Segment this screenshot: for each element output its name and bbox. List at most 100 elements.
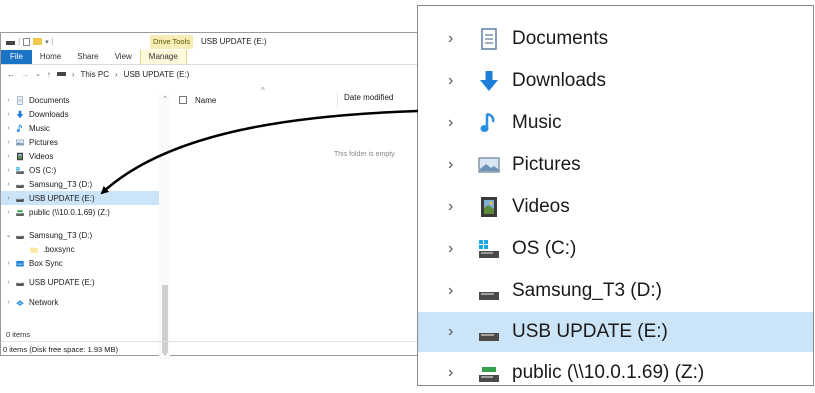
zoom-nav-item-label: Downloads <box>512 70 606 91</box>
tab-share[interactable]: Share <box>69 50 106 64</box>
nav-item[interactable]: › Downloads <box>1 107 159 121</box>
nav-item[interactable]: › Network <box>1 295 159 309</box>
window-title: USB UPDATE (E:) <box>201 37 267 46</box>
nav-item-label: public (\\10.0.1.69) (Z:) <box>29 207 110 217</box>
drive-icon <box>476 320 502 344</box>
zoom-nav-item[interactable]: › USB UPDATE (E:) <box>418 312 813 352</box>
chevron-right-icon[interactable]: › <box>4 209 13 216</box>
column-name[interactable]: Name <box>195 96 216 105</box>
nav-item[interactable]: › Pictures <box>1 135 159 149</box>
nav-item[interactable]: ⌄ Samsung_T3 (D:) <box>1 228 159 242</box>
chevron-right-icon[interactable]: › <box>4 97 13 104</box>
column-header: Name Date modified <box>179 93 419 107</box>
address-drive-icon <box>56 72 66 76</box>
tab-manage[interactable]: Manage <box>139 50 187 64</box>
empty-folder-message: This folder is empty. <box>334 151 397 158</box>
zoom-nav-item[interactable]: › OS (C:) <box>418 229 813 269</box>
chevron-right-icon[interactable]: › <box>4 181 13 188</box>
zoom-nav-item[interactable]: › Downloads <box>418 61 813 101</box>
chevron-right-icon[interactable]: › <box>4 299 13 306</box>
documents-icon <box>15 95 25 105</box>
nav-item-label: Pictures <box>29 137 58 147</box>
nav-item[interactable]: › USB UPDATE (E:) <box>1 275 159 289</box>
nav-item-label: .boxsync <box>43 244 75 254</box>
chevron-right-icon[interactable]: › <box>4 167 13 174</box>
column-date-modified[interactable]: Date modified <box>344 93 393 102</box>
nav-scrollbar[interactable]: ⌃ ⌄ <box>159 95 170 359</box>
tab-view[interactable]: View <box>107 50 140 64</box>
nav-item-label: USB UPDATE (E:) <box>29 193 95 203</box>
breadcrumb-separator: › <box>115 69 118 79</box>
chevron-right-icon[interactable]: › <box>4 195 13 202</box>
zoom-nav-item[interactable]: › Videos <box>418 187 813 227</box>
pictures-icon <box>15 138 25 147</box>
nav-item[interactable]: › public (\\10.0.1.69) (Z:) <box>1 205 159 219</box>
customize-toolbar-icon[interactable]: ▾ <box>45 38 49 46</box>
network-drive-icon <box>15 208 25 217</box>
scroll-up-icon[interactable]: ⌃ <box>161 95 169 103</box>
nav-item[interactable]: › Music <box>1 121 159 135</box>
chevron-right-icon[interactable]: › <box>448 364 472 382</box>
zoom-nav-item[interactable]: › Pictures <box>418 145 813 185</box>
zoom-nav-item[interactable]: › public (\\10.0.1.69) (Z:) <box>418 353 813 393</box>
pictures-icon <box>476 153 502 177</box>
chevron-right-icon[interactable]: › <box>448 114 472 132</box>
folder-icon <box>29 245 39 254</box>
nav-item[interactable]: › Documents <box>1 93 159 107</box>
chevron-right-icon[interactable]: › <box>4 125 13 132</box>
chevron-right-icon[interactable]: › <box>448 282 472 300</box>
network-icon <box>15 298 25 307</box>
nav-item-label: Videos <box>29 151 54 161</box>
explorer-window: | ▾ | Drive Tools USB UPDATE (E:) File H… <box>0 32 419 359</box>
drive-icon <box>15 180 25 189</box>
nav-item-label: Downloads <box>29 109 69 119</box>
nav-item-label: OS (C:) <box>29 165 57 175</box>
drive-small-icon <box>6 41 15 45</box>
nav-item[interactable]: › OS (C:) <box>1 163 159 177</box>
nav-item-label: Network <box>29 297 59 307</box>
chevron-right-icon[interactable]: › <box>4 279 13 286</box>
chevron-right-icon[interactable]: › <box>4 111 13 118</box>
chevron-right-icon[interactable]: › <box>448 323 472 341</box>
drive-icon <box>15 231 25 240</box>
zoom-nav-item[interactable]: › Samsung_T3 (D:) <box>418 271 813 311</box>
documents-icon <box>476 27 502 51</box>
zoom-nav-item-label: USB UPDATE (E:) <box>512 321 668 342</box>
videos-icon <box>476 195 502 219</box>
zoom-nav-item-label: public (\\10.0.1.69) (Z:) <box>512 362 705 383</box>
nav-item[interactable]: › box Box Sync <box>1 256 159 270</box>
nav-item-label: Documents <box>29 95 70 105</box>
zoom-nav-item[interactable]: › Music <box>418 103 813 143</box>
quick-access-toolbar: | ▾ | <box>6 37 54 46</box>
nav-item[interactable]: › Samsung_T3 (D:) <box>1 177 159 191</box>
chevron-right-icon[interactable]: › <box>448 72 472 90</box>
back-arrow-icon[interactable]: ← <box>7 70 15 79</box>
downloads-icon <box>15 110 25 119</box>
item-count: 0 items <box>6 330 31 339</box>
chevron-down-icon[interactable]: ⌄ <box>4 231 13 239</box>
breadcrumb-usb-update[interactable]: USB UPDATE (E:) <box>124 70 190 79</box>
nav-item[interactable]: › USB UPDATE (E:) <box>1 191 159 205</box>
chevron-right-icon[interactable]: › <box>4 260 13 267</box>
tab-home[interactable]: Home <box>32 50 69 64</box>
select-all-checkbox[interactable] <box>179 96 187 104</box>
tab-file[interactable]: File <box>1 50 32 64</box>
chevron-right-icon[interactable]: › <box>448 240 472 258</box>
new-folder-icon[interactable] <box>33 38 43 45</box>
svg-text:box: box <box>18 262 23 266</box>
nav-item[interactable]: .boxsync <box>1 242 159 256</box>
chevron-right-icon[interactable]: › <box>448 30 472 48</box>
properties-icon[interactable] <box>23 37 31 46</box>
nav-item[interactable]: › Videos <box>1 149 159 163</box>
breadcrumb-this-pc[interactable]: This PC <box>81 70 109 79</box>
drive-tools-tab[interactable]: Drive Tools <box>150 35 193 49</box>
zoom-nav-item[interactable]: › Documents <box>418 19 813 59</box>
chevron-right-icon[interactable]: › <box>448 156 472 174</box>
chevron-right-icon[interactable]: › <box>4 139 13 146</box>
forward-arrow-icon[interactable]: → <box>21 70 29 79</box>
ribbon-tabs: File Home Share View Manage <box>1 50 417 65</box>
recent-dropdown-icon[interactable]: ⌄ <box>35 70 41 78</box>
chevron-right-icon[interactable]: › <box>448 198 472 216</box>
up-arrow-icon[interactable]: ↑ <box>47 70 51 79</box>
chevron-right-icon[interactable]: › <box>4 153 13 160</box>
